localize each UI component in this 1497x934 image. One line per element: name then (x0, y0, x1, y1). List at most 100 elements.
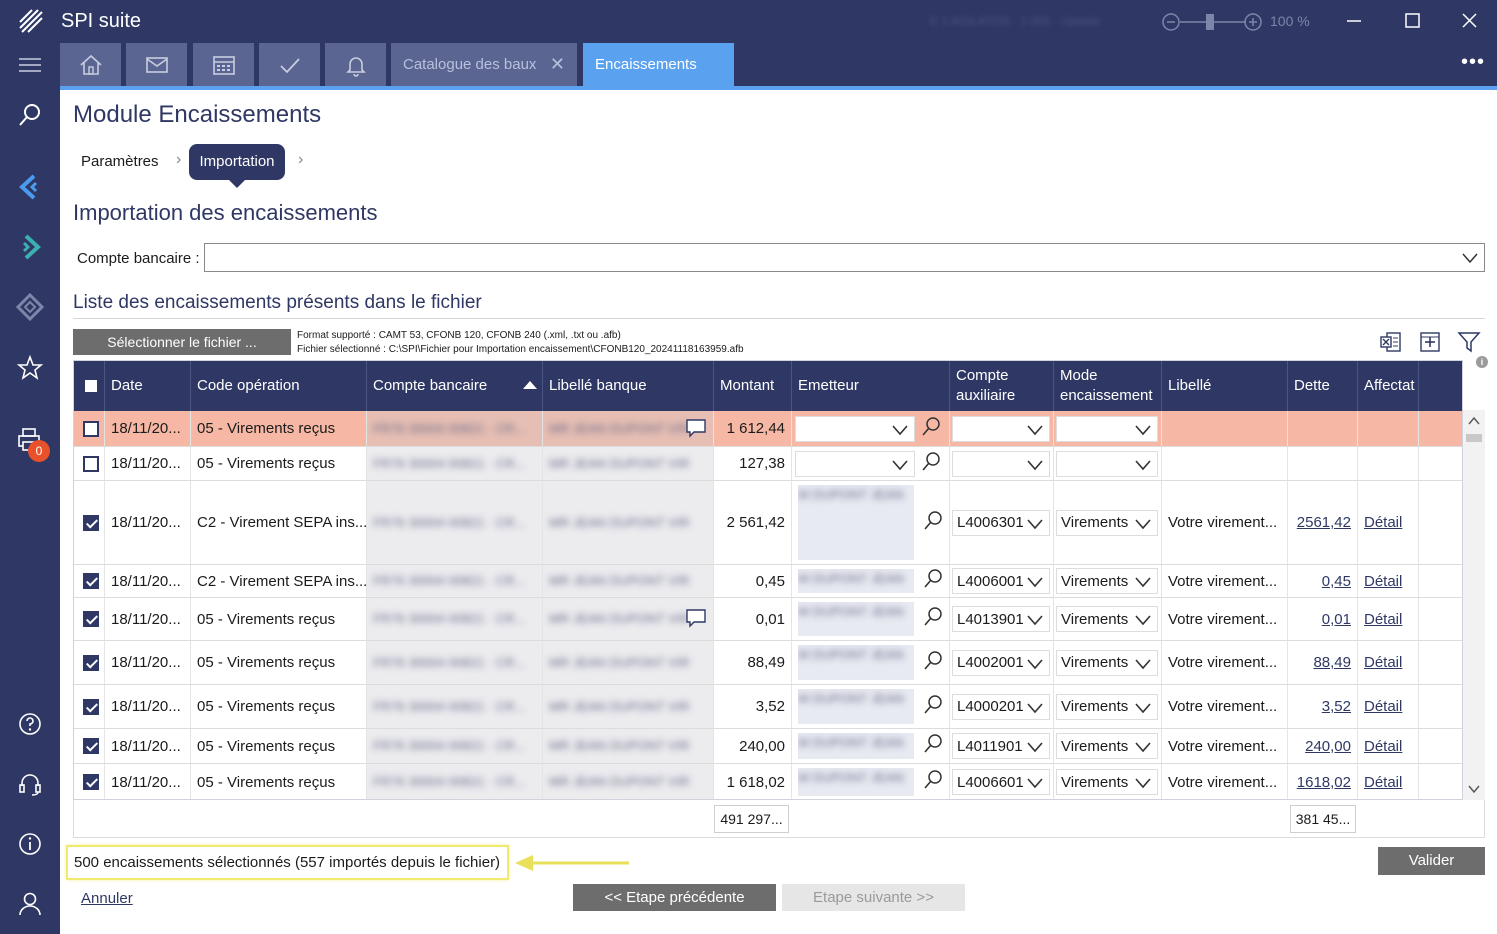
detail-link[interactable]: Détail (1364, 698, 1402, 715)
dette-link[interactable]: 2561,42 (1297, 514, 1351, 531)
breadcrumb-step-importation[interactable]: Importation (189, 144, 285, 180)
detail-link[interactable]: Détail (1364, 514, 1402, 531)
header-dette[interactable]: Dette (1288, 361, 1358, 411)
search-icon[interactable] (922, 768, 944, 790)
compte-auxiliaire-select[interactable]: L4000201 (952, 693, 1050, 720)
select-file-button[interactable]: Sélectionner le fichier ... (73, 329, 291, 355)
row-checkbox[interactable] (83, 774, 99, 790)
home-tab[interactable] (60, 43, 121, 86)
search-icon[interactable] (922, 649, 944, 671)
compte-auxiliaire-select[interactable] (952, 415, 1050, 442)
row-checkbox[interactable] (83, 514, 99, 531)
dette-link[interactable]: 3,52 (1322, 698, 1351, 715)
previous-step-button[interactable]: << Etape précédente (573, 884, 776, 911)
row-checkbox[interactable] (83, 654, 99, 671)
select-all-checkbox[interactable] (83, 378, 99, 394)
detail-link[interactable]: Détail (1364, 738, 1402, 755)
close-tab-icon[interactable]: ✕ (550, 43, 565, 86)
headset-icon[interactable] (16, 770, 44, 798)
scrollbar-thumb[interactable] (1466, 434, 1482, 442)
compte-auxiliaire-select[interactable]: L4006301 (952, 509, 1050, 536)
star-icon[interactable] (16, 354, 44, 382)
maximize-icon[interactable] (1398, 8, 1426, 34)
search-icon[interactable] (922, 605, 944, 627)
table-row[interactable]: 18/11/20... C2 - Virement SEPA ins... FR76… (74, 481, 1462, 565)
valider-button[interactable]: Valider (1378, 847, 1485, 875)
user-icon[interactable] (16, 889, 44, 917)
tab-encaissements[interactable]: Encaissements (583, 43, 734, 86)
row-checkbox[interactable] (83, 573, 99, 589)
detail-link[interactable]: Détail (1364, 611, 1402, 628)
close-window-icon[interactable] (1455, 8, 1483, 34)
search-icon[interactable] (16, 101, 44, 129)
dette-link[interactable]: 88,49 (1313, 654, 1351, 671)
search-icon[interactable] (922, 567, 944, 589)
mode-encaissement-select[interactable]: Virements (1056, 769, 1158, 795)
compte-auxiliaire-select[interactable]: L4013901 (952, 606, 1050, 632)
table-row[interactable]: 18/11/20... 05 - Virements reçus FR76 3000… (74, 598, 1462, 641)
header-code-operation[interactable]: Code opération (191, 361, 367, 411)
tasks-tab[interactable] (259, 43, 320, 86)
detail-link[interactable]: Détail (1364, 774, 1402, 791)
mode-encaissement-select[interactable]: Virements (1056, 568, 1158, 594)
table-row[interactable]: 18/11/20... 05 - Virements reçus FR76 3000… (74, 729, 1462, 764)
header-affectation[interactable]: Affectat (1358, 361, 1419, 411)
header-emetteur[interactable]: Emetteur (792, 361, 950, 411)
detail-link[interactable]: Détail (1364, 573, 1402, 590)
tab-catalogue-des-baux[interactable]: Catalogue des baux ✕ (391, 43, 577, 86)
chevron-left-blue-icon[interactable] (16, 173, 44, 201)
info-icon[interactable] (16, 830, 44, 858)
minimize-icon[interactable] (1340, 8, 1368, 34)
excel-export-icon[interactable] (1379, 330, 1403, 354)
table-row[interactable]: 18/11/20... 05 - Virements reçus FR76 3000… (74, 685, 1462, 729)
mode-encaissement-select[interactable] (1056, 415, 1158, 442)
more-options-icon[interactable]: ••• (1461, 51, 1485, 74)
dette-link[interactable]: 240,00 (1305, 738, 1351, 755)
emetteur-select[interactable] (795, 450, 915, 477)
comment-icon[interactable] (685, 608, 707, 628)
select-all-cell[interactable] (74, 361, 105, 411)
annuler-link[interactable]: Annuler (81, 890, 133, 907)
mode-encaissement-select[interactable]: Virements (1056, 733, 1158, 759)
header-montant[interactable]: Montant (714, 361, 792, 411)
header-date[interactable]: Date (105, 361, 191, 411)
compte-auxiliaire-select[interactable]: L4006601 (952, 769, 1050, 795)
dette-link[interactable]: 0,01 (1322, 611, 1351, 628)
header-libelle[interactable]: Libellé (1162, 361, 1288, 411)
row-checkbox[interactable] (83, 698, 99, 715)
compte-auxiliaire-select[interactable]: L4006001 (952, 568, 1050, 594)
scroll-up-icon[interactable] (1468, 416, 1480, 426)
mode-encaissement-select[interactable] (1056, 450, 1158, 477)
calendar-tab[interactable] (193, 43, 254, 86)
add-column-icon[interactable] (1418, 330, 1442, 354)
dette-link[interactable]: 1618,02 (1297, 774, 1351, 791)
dette-link[interactable]: 0,45 (1322, 573, 1351, 590)
notifications-tab[interactable] (325, 43, 386, 86)
table-row[interactable]: 18/11/20... C2 - Virement SEPA ins... FR76… (74, 565, 1462, 598)
search-icon[interactable] (922, 509, 944, 531)
mode-encaissement-select[interactable]: Virements (1056, 606, 1158, 632)
info-small-icon[interactable]: i (1476, 356, 1488, 368)
search-icon[interactable] (920, 450, 942, 472)
search-icon[interactable] (920, 415, 942, 437)
filter-icon[interactable] (1457, 330, 1481, 354)
table-row[interactable]: 18/11/20... 05 - Virements reçus FR76 3000… (74, 447, 1462, 481)
mode-encaissement-select[interactable]: Virements (1056, 509, 1158, 536)
compte-auxiliaire-select[interactable]: L4002001 (952, 649, 1050, 676)
compte-auxiliaire-select[interactable]: L4011901 (952, 733, 1050, 759)
hamburger-menu-icon[interactable] (16, 51, 44, 79)
search-icon[interactable] (922, 693, 944, 715)
search-icon[interactable] (922, 732, 944, 754)
table-row[interactable]: 18/11/20... 05 - Virements reçus FR76 3000… (74, 641, 1462, 685)
table-row[interactable]: 18/11/20... 05 - Virements reçus FR76 3000… (74, 764, 1462, 799)
mail-tab[interactable] (126, 43, 187, 86)
scroll-down-icon[interactable] (1468, 784, 1480, 794)
compte-auxiliaire-select[interactable] (952, 450, 1050, 477)
mode-encaissement-select[interactable]: Virements (1056, 649, 1158, 676)
compte-bancaire-select[interactable] (204, 243, 1485, 272)
header-mode-encaissement[interactable]: Mode encaissement (1054, 361, 1162, 411)
comment-icon[interactable] (685, 418, 707, 438)
diamond-grey-icon[interactable] (16, 293, 44, 321)
header-compte-auxiliaire[interactable]: Compte auxiliaire (950, 361, 1054, 411)
chevron-right-teal-icon[interactable] (16, 233, 44, 261)
